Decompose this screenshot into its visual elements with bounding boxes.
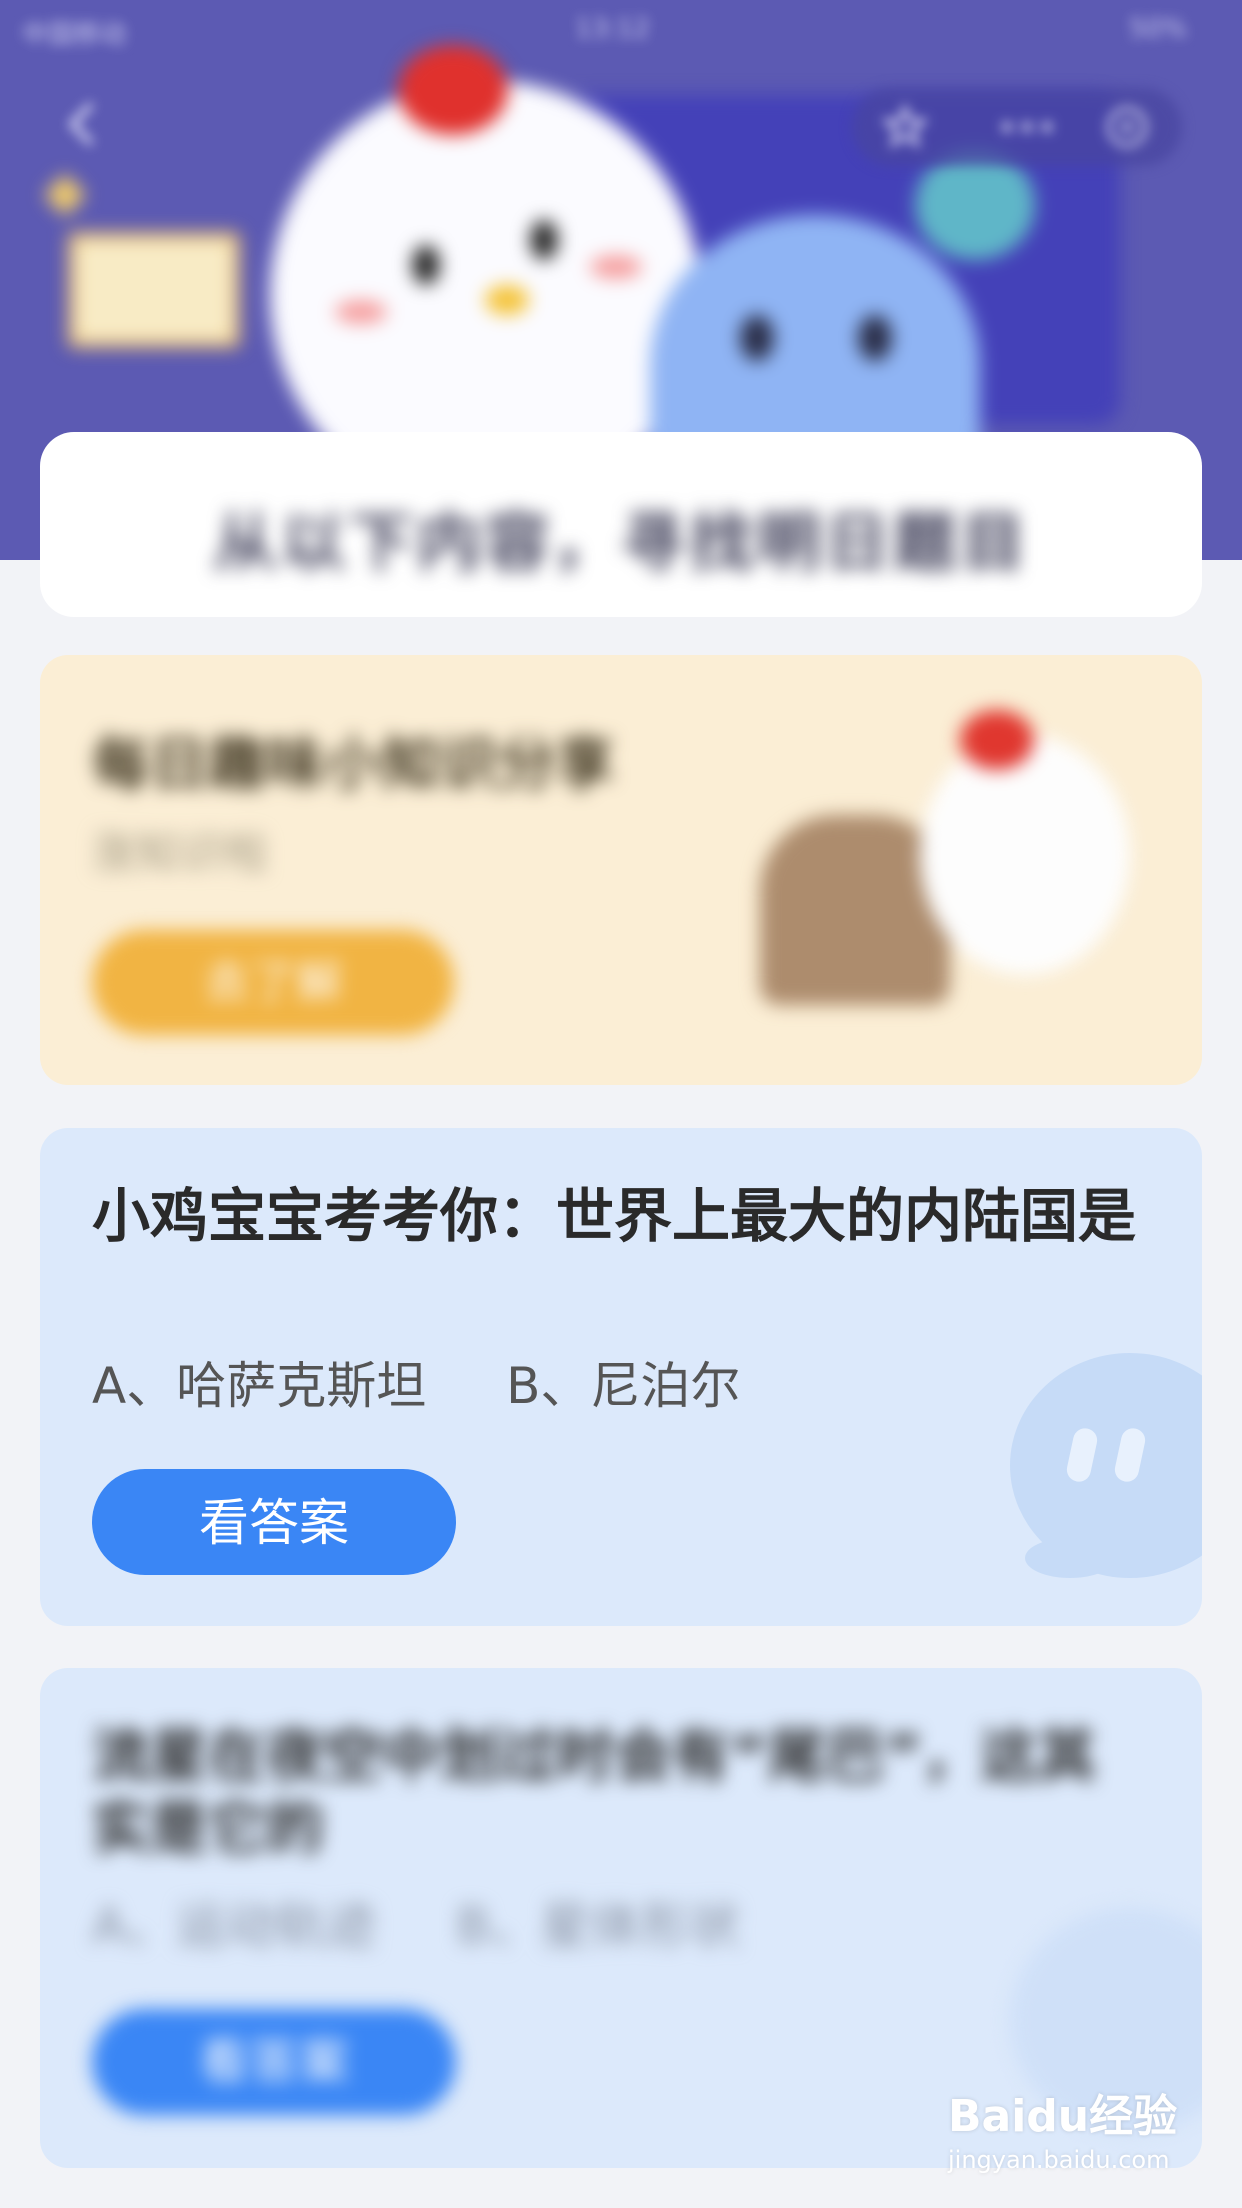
chick-eye-right [530, 220, 558, 260]
section-title: 从以下内容，寻找明日题目 [213, 507, 1029, 581]
quiz-question: 流星在夜空中划过时会有“尾巴”，这其实是它的 [92, 1722, 1097, 1862]
knowledge-title: 每日趣味小知识分享 [92, 730, 615, 798]
learn-more-button[interactable]: 去了解 [92, 930, 454, 1035]
section-title-card: 从以下内容，寻找明日题目 [40, 432, 1202, 617]
globe-illustration [915, 150, 1035, 260]
sparkle-icon [43, 173, 87, 217]
quiz-option-a: A、运动轨迹 [92, 1897, 377, 1955]
picture-frame-illustration [68, 232, 240, 348]
chick-illustration [920, 735, 1130, 975]
favorite-star-icon[interactable] [882, 104, 928, 150]
quiz-options: A、哈萨克斯坦 B、尼泊尔 [92, 1346, 740, 1418]
quiz-options: A、运动轨迹 B、星体形状 [92, 1886, 740, 1958]
quiz-option-b: B、尼泊尔 [506, 1357, 741, 1415]
chat-bubble-tail [1025, 1538, 1115, 1578]
view-answer-button[interactable]: 看答案 [92, 2009, 456, 2115]
view-answer-button[interactable]: 看答案 [92, 1469, 456, 1575]
status-bar: 中国移动 13:12 50% [0, 0, 1242, 60]
top-action-bar [852, 88, 1182, 166]
quiz-option-b: B、星体形状 [456, 1897, 741, 1955]
baidu-jingyan-watermark: Baidu经验 jingyan.baidu.com [948, 2080, 1177, 2174]
battery-level: 50% [1129, 14, 1187, 44]
quiz-option-a: A、哈萨克斯坦 [92, 1357, 427, 1415]
chick-beak [485, 285, 529, 315]
blue-mascot-eye-right [858, 315, 892, 361]
quiz-card: 小鸡宝宝考考你：世界上最大的内陆国是 A、哈萨克斯坦 B、尼泊尔 看答案 [40, 1128, 1202, 1626]
knowledge-subtitle: 涨知识啦 [92, 828, 268, 879]
watermark-brand: Baidu经验 [948, 2091, 1178, 2142]
blue-mascot-eye-left [740, 315, 774, 361]
watermark-url: jingyan.baidu.com [948, 2146, 1170, 2174]
knowledge-card[interactable]: 每日趣味小知识分享 涨知识啦 去了解 [40, 655, 1202, 1085]
back-arrow-icon[interactable] [58, 100, 106, 148]
chick-comb [960, 710, 1034, 770]
clock: 13:12 [575, 14, 650, 44]
chick-cheek-right [590, 255, 642, 279]
chick-eye-left [412, 245, 440, 285]
more-options-icon[interactable] [992, 104, 1062, 150]
quiz-question: 小鸡宝宝考考你：世界上最大的内陆国是 [92, 1182, 1137, 1250]
close-circle-icon[interactable] [1104, 104, 1150, 150]
carrier-label: 中国移动 [22, 20, 127, 50]
chick-cheek-left [335, 300, 387, 324]
